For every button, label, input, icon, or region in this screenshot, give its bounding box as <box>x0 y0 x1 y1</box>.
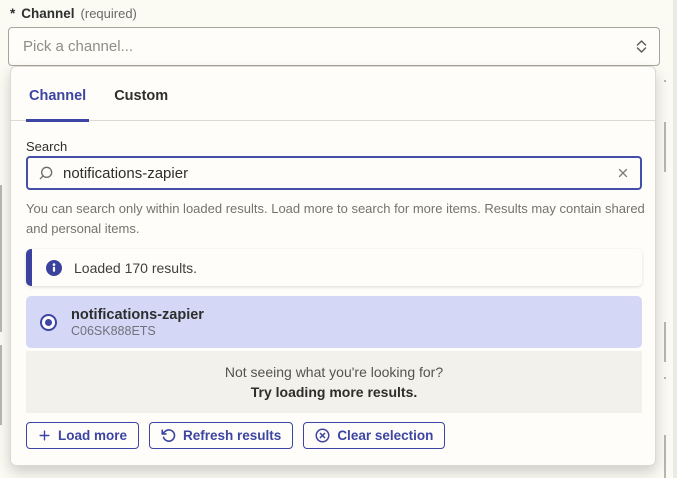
search-help-text: You can search only within loaded result… <box>26 199 646 239</box>
background-field-edge <box>664 322 666 362</box>
channel-field-label: * Channel (required) <box>10 6 137 21</box>
alert-text: Loaded 170 results. <box>74 260 197 276</box>
clear-selection-button[interactable]: Clear selection <box>303 422 445 449</box>
background-field-edge <box>664 435 666 478</box>
radio-selected-icon[interactable] <box>40 314 57 331</box>
channel-name: notifications-zapier <box>71 307 204 323</box>
action-buttons: Load more Refresh results Clear selectio… <box>26 422 445 449</box>
load-more-button[interactable]: Load more <box>26 422 139 449</box>
channel-id: C06SK888ETS <box>71 324 204 338</box>
channel-picker-dropdown: Channel Custom Search notifications-zapi… <box>10 66 656 466</box>
required-hint: (required) <box>81 6 137 21</box>
refresh-ccw-icon <box>161 428 176 443</box>
x-circle-icon <box>315 428 330 443</box>
channel-result-row[interactable]: notifications-zapier C06SK888ETS <box>26 296 642 348</box>
background-field-edge <box>0 185 2 332</box>
select-placeholder: Pick a channel... <box>23 38 133 55</box>
hint-question: Not seeing what you're looking for? <box>225 364 443 380</box>
window-edge <box>673 0 677 478</box>
background-field-edge <box>0 345 2 425</box>
search-label: Search <box>26 139 67 154</box>
clear-search-icon[interactable] <box>616 166 630 180</box>
tab-channel[interactable]: Channel <box>26 88 89 120</box>
field-label-text: Channel <box>21 6 74 21</box>
chevron-up-down-icon <box>636 40 647 53</box>
background-field-edge <box>664 377 666 379</box>
background-field-edge <box>664 122 666 172</box>
loaded-results-alert: Loaded 170 results. <box>26 249 642 286</box>
tabbar: Channel Custom <box>11 67 655 121</box>
not-seeing-hint: Not seeing what you're looking for? Try … <box>26 351 642 413</box>
search-value: notifications-zapier <box>63 165 607 182</box>
search-input[interactable]: notifications-zapier <box>26 156 642 190</box>
background-field-edge <box>664 80 666 82</box>
search-icon <box>38 165 54 181</box>
info-icon <box>46 260 62 276</box>
tab-custom[interactable]: Custom <box>111 88 171 120</box>
required-asterisk: * <box>10 6 15 21</box>
plus-icon <box>38 429 51 442</box>
hint-suggestion: Try loading more results. <box>251 384 418 400</box>
channel-select[interactable]: Pick a channel... <box>8 27 660 66</box>
refresh-results-button[interactable]: Refresh results <box>149 422 293 449</box>
